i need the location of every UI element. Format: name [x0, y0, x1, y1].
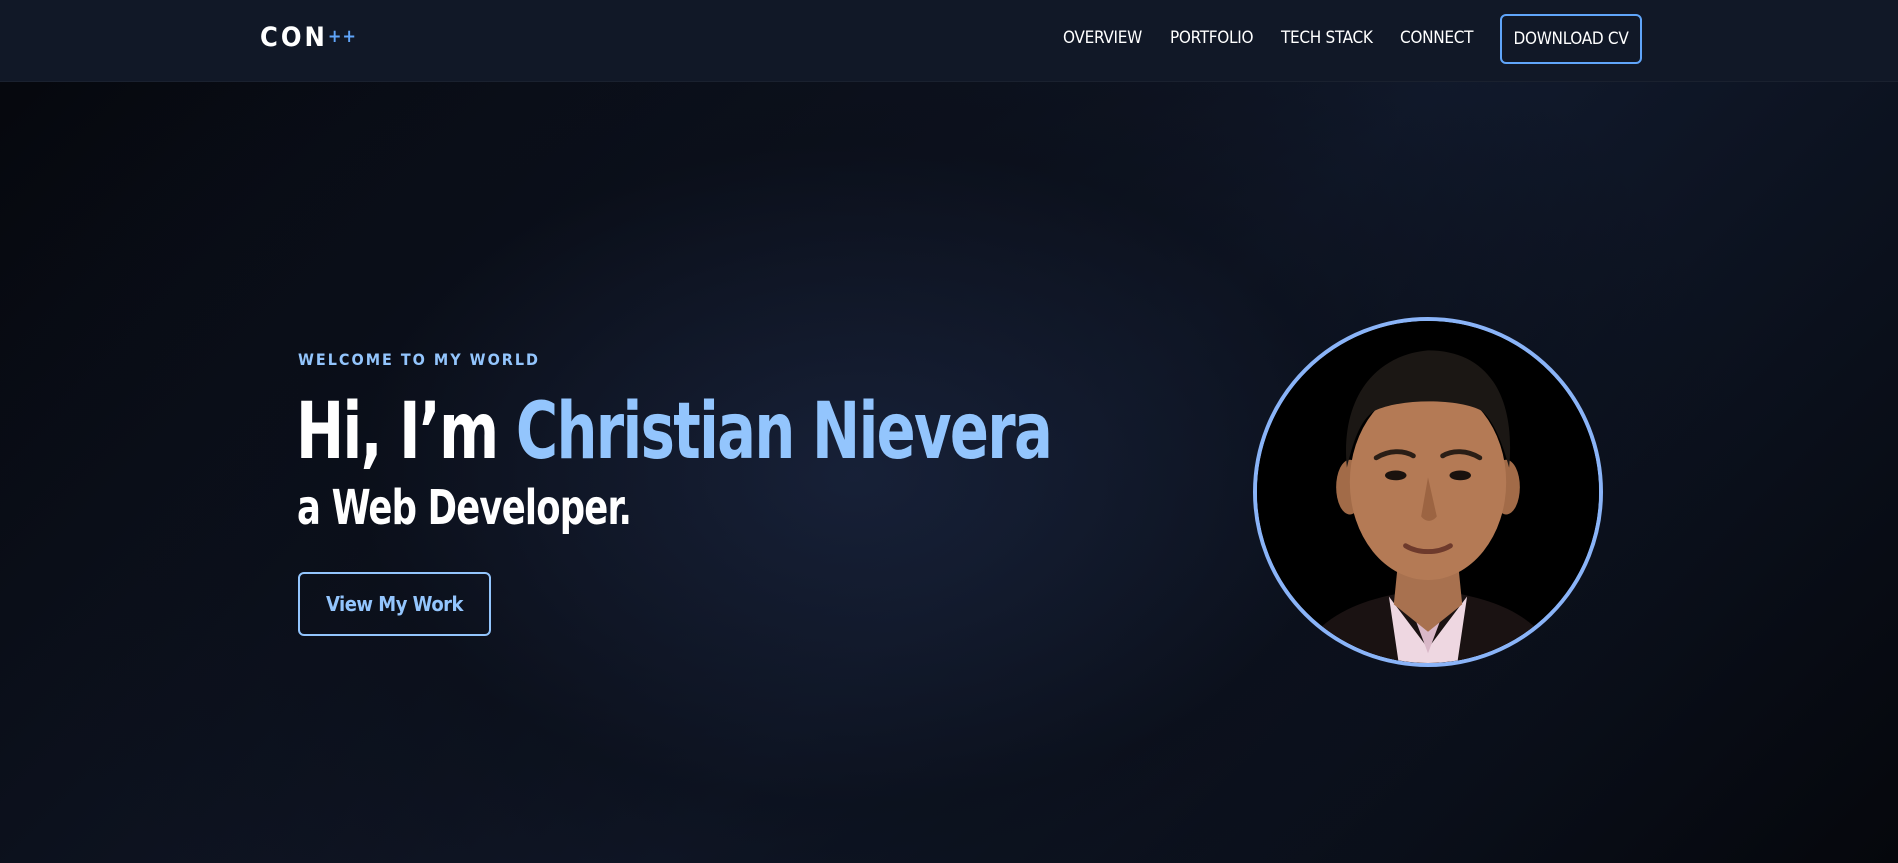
hero-title-prefix: Hi, I’m — [296, 387, 516, 477]
hero-title-name: Christian Nievera — [515, 387, 1053, 477]
nav-link-tech-stack[interactable]: TECH STACK — [1281, 28, 1373, 48]
avatar-portrait-icon — [1257, 321, 1599, 663]
hero-subtitle: a Web Developer. — [297, 480, 632, 536]
page: CON++ OVERVIEW PORTFOLIO TECH STACK CONN… — [0, 0, 1898, 863]
nav-link-portfolio[interactable]: PORTFOLIO — [1170, 28, 1253, 48]
nav-link-overview[interactable]: OVERVIEW — [1063, 28, 1142, 48]
logo-text: CON — [260, 22, 328, 53]
navbar: CON++ OVERVIEW PORTFOLIO TECH STACK CONN… — [0, 0, 1898, 82]
hero-title: Hi, I’m Christian Nievera — [296, 384, 1053, 480]
view-my-work-button[interactable]: View My Work — [298, 572, 491, 636]
avatar — [1253, 317, 1603, 667]
hero-eyebrow: WELCOME TO MY WORLD — [298, 350, 541, 369]
logo-suffix: ++ — [327, 26, 357, 47]
logo[interactable]: CON++ — [260, 22, 357, 53]
download-cv-button[interactable]: DOWNLOAD CV — [1500, 14, 1642, 64]
nav-link-connect[interactable]: CONNECT — [1400, 28, 1473, 48]
